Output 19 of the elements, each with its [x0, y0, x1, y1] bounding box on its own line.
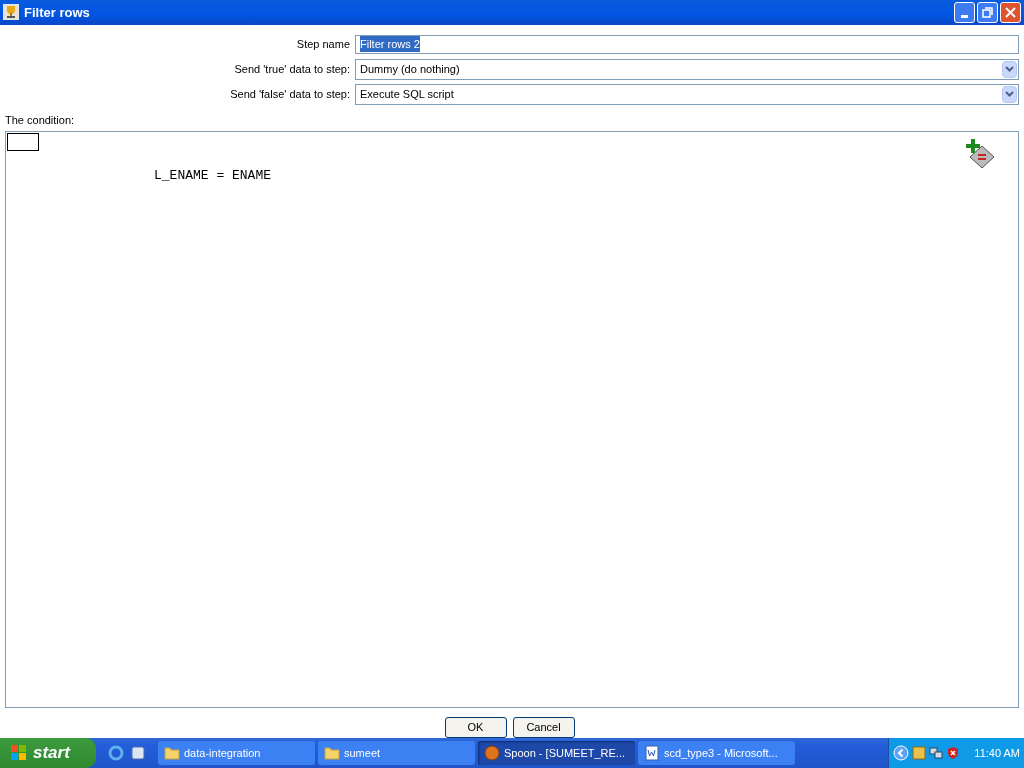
condition-editor[interactable]: L_ENAME = ENAME [5, 131, 1019, 708]
taskbar-task[interactable]: sumeet [318, 741, 475, 765]
field-label: Send 'true' data to step: [234, 62, 350, 75]
selected-text: Filter rows 2 [360, 35, 420, 53]
condition-expression[interactable]: L_ENAME = ENAME [154, 168, 272, 183]
step-name-field[interactable]: Filter rows 2 [355, 34, 1019, 54]
taskbar-task[interactable]: scd_type3 - Microsoft... [638, 741, 795, 765]
condition-label: The condition: [5, 113, 75, 126]
taskbar-task[interactable]: data-integration [158, 741, 315, 765]
taskbar-task[interactable]: Spoon - [SUMEET_RE... [478, 741, 635, 765]
dialog-button[interactable]: OK [444, 717, 507, 738]
step-dropdown[interactable]: Execute SQL script [355, 83, 1019, 105]
clock: 11:40 AM [974, 745, 1020, 761]
field-label: Send 'false' data to step: [230, 87, 350, 100]
step-dropdown[interactable]: Dummy (do nothing) [355, 58, 1019, 80]
field-label: Step name [296, 37, 350, 50]
window-title: Filter rows [24, 3, 90, 22]
start-button[interactable]: start [0, 738, 96, 768]
dialog-button[interactable]: Cancel [512, 717, 575, 738]
